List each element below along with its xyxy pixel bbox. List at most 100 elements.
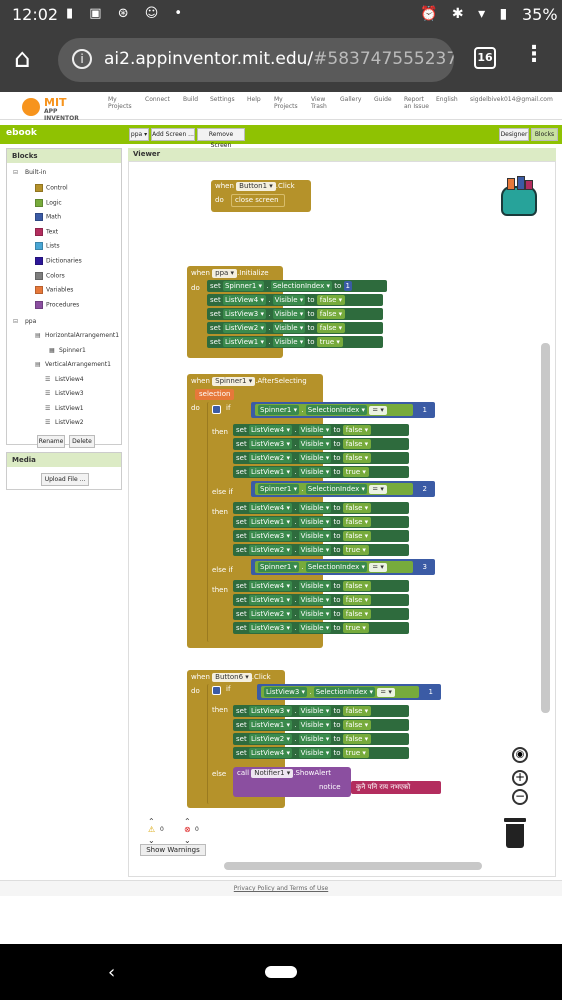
component-dropdown[interactable]: ListView1 ▾ — [248, 517, 292, 527]
component-dropdown[interactable]: Button1 ▾ — [236, 182, 276, 191]
zoom-out-icon[interactable]: − — [512, 789, 528, 805]
set-property-block[interactable]: set Spinner1 ▾ . SelectionIndex ▾ to 1 — [207, 280, 387, 292]
set-property-block[interactable]: set ListView4 ▾ . Visible ▾ to false ▾ — [233, 580, 409, 592]
component-dropdown[interactable]: ListView3 ▾ — [248, 439, 292, 449]
top-nav-item[interactable]: English — [436, 96, 464, 103]
set-property-block[interactable]: set ListView1 ▾ . Visible ▾ to true ▾ — [233, 466, 409, 478]
value-block[interactable]: false ▾ — [342, 517, 372, 527]
component-dropdown[interactable]: ListView3 ▾ — [222, 309, 266, 319]
value-block[interactable]: false ▾ — [342, 453, 372, 463]
set-property-block[interactable]: set ListView1 ▾ . Visible ▾ to false ▾ — [233, 594, 409, 606]
set-property-block[interactable]: set ListView2 ▾ . Visible ▾ to true ▾ — [233, 544, 409, 556]
number-block[interactable]: 2 — [420, 484, 429, 494]
button1-click-block[interactable]: when Button1 ▾ .Click do close screen — [211, 180, 311, 212]
property-dropdown[interactable]: Visible ▾ — [272, 323, 306, 333]
home-pill[interactable] — [265, 966, 297, 978]
address-bar[interactable]: i ai2.appinventor.mit.edu/#583747555237 — [58, 38, 454, 82]
show-warnings-button[interactable]: Show Warnings — [140, 844, 206, 856]
component-dropdown[interactable]: ListView3 ▾ — [248, 706, 292, 716]
rename-button[interactable]: Rename — [37, 434, 65, 448]
close-screen-block[interactable]: close screen — [231, 194, 285, 207]
set-property-block[interactable]: set ListView3 ▾ . Visible ▾ to false ▾ — [233, 705, 409, 717]
top-nav-item[interactable]: Gallery — [340, 96, 368, 103]
operator-dropdown[interactable]: = ▾ — [369, 485, 387, 494]
component-listview3[interactable]: ListView3 — [55, 390, 84, 397]
add-screen-button[interactable]: Add Screen ... — [151, 128, 195, 141]
drawer-dictionaries[interactable]: Dictionaries — [35, 257, 82, 265]
property-dropdown[interactable]: Visible ▾ — [272, 309, 306, 319]
value-block[interactable]: false ▾ — [342, 609, 372, 619]
set-property-block[interactable]: set ListView2 ▾ . Visible ▾ to false ▾ — [233, 608, 409, 620]
tree-toggle-icon[interactable]: ⊟ — [13, 318, 18, 325]
set-property-block[interactable]: set ListView4 ▾ . Visible ▾ to false ▾ — [233, 424, 409, 436]
horizontal-scrollbar[interactable] — [224, 862, 482, 870]
component-dropdown[interactable]: Spinner1 ▾ — [212, 377, 256, 386]
component-dropdown[interactable]: ListView4 ▾ — [248, 581, 292, 591]
drawer-control[interactable]: Control — [35, 184, 68, 192]
property-dropdown[interactable]: Visible ▾ — [298, 609, 332, 619]
set-property-block[interactable]: set ListView3 ▾ . Visible ▾ to true ▾ — [233, 622, 409, 634]
value-block[interactable]: true ▾ — [342, 467, 369, 477]
component-dropdown[interactable]: ListView1 ▾ — [248, 720, 292, 730]
screen-component[interactable]: ppa — [25, 318, 36, 325]
component-dropdown[interactable]: ListView2 ▾ — [248, 453, 292, 463]
value-block[interactable]: 1 — [343, 281, 352, 291]
property-dropdown[interactable]: Visible ▾ — [298, 581, 332, 591]
component-verticalarrangement1[interactable]: VerticalArrangement1 — [45, 361, 111, 368]
value-block[interactable]: false ▾ — [342, 734, 372, 744]
component-dropdown[interactable]: ListView1 ▾ — [248, 595, 292, 605]
set-property-block[interactable]: set ListView4 ▾ . Visible ▾ to false ▾ — [207, 294, 383, 306]
operator-dropdown[interactable]: = ▾ — [369, 406, 387, 415]
property-dropdown[interactable]: Visible ▾ — [298, 706, 332, 716]
property-dropdown[interactable]: Visible ▾ — [298, 517, 332, 527]
value-block[interactable]: false ▾ — [342, 581, 372, 591]
property-dropdown[interactable]: Visible ▾ — [298, 748, 332, 758]
top-nav-item[interactable]: View Trash — [311, 96, 339, 110]
mit-logo[interactable]: MIT APP INVENTOR — [22, 96, 94, 122]
tab-switcher-button[interactable]: 16 — [474, 47, 496, 69]
value-block[interactable]: false ▾ — [342, 595, 372, 605]
component-spinner1[interactable]: Spinner1 — [59, 347, 86, 354]
drawer-lists[interactable]: Lists — [35, 242, 60, 251]
property-dropdown[interactable]: Visible ▾ — [272, 337, 306, 347]
component-dropdown[interactable]: Spinner1 ▾ — [258, 484, 300, 494]
top-nav-item[interactable]: My Projects — [108, 96, 136, 110]
component-getter[interactable]: Spinner1 ▾ . SelectionIndex ▾ = ▾ — [255, 404, 413, 416]
set-property-block[interactable]: set ListView1 ▾ . Visible ▾ to false ▾ — [233, 719, 409, 731]
value-block[interactable]: false ▾ — [342, 531, 372, 541]
component-dropdown[interactable]: ListView4 ▾ — [248, 425, 292, 435]
component-listview1[interactable]: ListView1 — [55, 405, 84, 412]
set-property-block[interactable]: set ListView2 ▾ . Visible ▾ to false ▾ — [233, 452, 409, 464]
component-horizontalarrangement1[interactable]: HorizontalArrangement1 — [45, 332, 119, 339]
top-nav-item[interactable]: Guide — [374, 96, 402, 103]
component-getter[interactable]: Spinner1 ▾ . SelectionIndex ▾ = ▾ — [255, 561, 413, 573]
property-dropdown[interactable]: SelectionIndex ▾ — [305, 405, 368, 415]
text-block[interactable]: कुनै पनि राय नभएको — [351, 781, 441, 794]
component-dropdown[interactable]: ListView3 ▾ — [248, 623, 292, 633]
top-nav-item[interactable]: Help — [247, 96, 275, 103]
center-workspace-icon[interactable]: ◉ — [512, 747, 528, 763]
value-block[interactable]: false ▾ — [316, 309, 346, 319]
component-dropdown[interactable]: ListView1 ▾ — [248, 467, 292, 477]
value-block[interactable]: true ▾ — [342, 623, 369, 633]
set-property-block[interactable]: set ListView4 ▾ . Visible ▾ to true ▾ — [233, 747, 409, 759]
mutator-gear-icon[interactable] — [212, 686, 221, 695]
drawer-procedures[interactable]: Procedures — [35, 300, 79, 309]
component-getter[interactable]: ListView3 ▾ . SelectionIndex ▾ = ▾ — [261, 686, 419, 698]
top-nav-item[interactable]: sigdelbivek014@gmail.com — [470, 96, 556, 103]
set-property-block[interactable]: set ListView3 ▾ . Visible ▾ to false ▾ — [233, 530, 409, 542]
builtin-label[interactable]: Built-in — [25, 169, 46, 176]
set-property-block[interactable]: set ListView3 ▾ . Visible ▾ to false ▾ — [207, 308, 383, 320]
blocks-button[interactable]: Blocks — [531, 128, 558, 141]
property-dropdown[interactable]: SelectionIndex ▾ — [305, 484, 368, 494]
component-dropdown[interactable]: Spinner1 ▾ — [258, 405, 300, 415]
component-dropdown[interactable]: ListView2 ▾ — [222, 323, 266, 333]
component-listview2[interactable]: ListView2 — [55, 419, 84, 426]
component-dropdown[interactable]: ListView3 ▾ — [264, 687, 308, 697]
set-property-block[interactable]: set ListView1 ▾ . Visible ▾ to false ▾ — [233, 516, 409, 528]
property-dropdown[interactable]: SelectionIndex ▾ — [313, 687, 376, 697]
set-property-block[interactable]: set ListView4 ▾ . Visible ▾ to false ▾ — [233, 502, 409, 514]
value-block[interactable]: false ▾ — [342, 720, 372, 730]
value-block[interactable]: false ▾ — [316, 323, 346, 333]
component-dropdown[interactable]: Spinner1 ▾ — [222, 281, 265, 291]
